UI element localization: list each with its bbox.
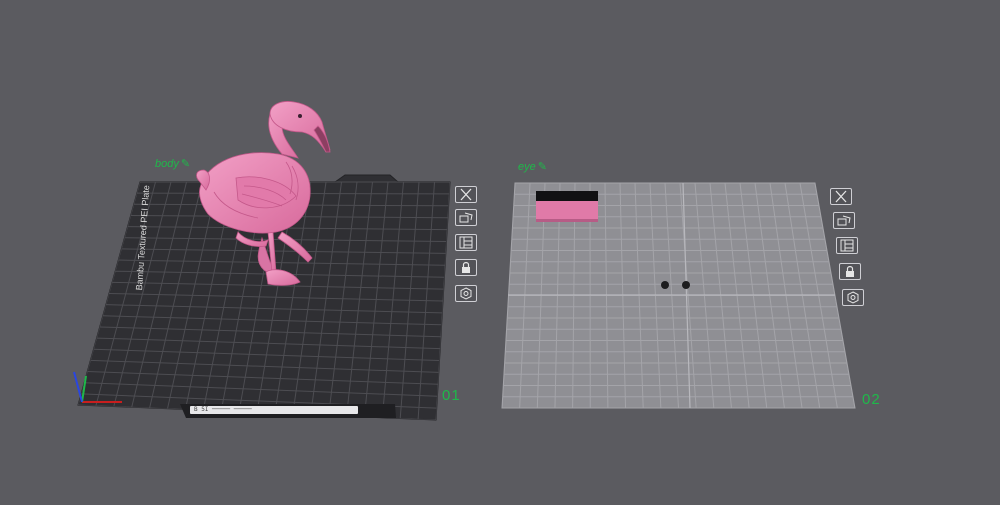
plate-1-arrange-button[interactable] [455, 209, 477, 226]
left-eye-object[interactable] [661, 281, 669, 289]
plate-2-lock-button[interactable] [839, 263, 861, 280]
plate-2-name[interactable]: eye ✎ [518, 160, 547, 173]
color-swatch-block [536, 191, 598, 222]
settings-icon [847, 291, 859, 304]
plate-2-arrange-button[interactable] [833, 212, 855, 229]
edit-icon[interactable]: ✎ [538, 161, 547, 173]
settings-icon [460, 287, 472, 300]
3d-viewport[interactable]: Bambu Textured PEI Plate B 5I ───── ────… [0, 0, 1000, 505]
plate-2-close-button[interactable] [830, 188, 852, 205]
plate-1-index: 01 [442, 387, 461, 404]
edit-icon[interactable]: ✎ [181, 158, 190, 170]
arrange-icon [459, 212, 473, 223]
plate-1-lock-button[interactable] [455, 259, 477, 276]
plate-2-layout-button[interactable] [836, 237, 858, 254]
plate-1-name[interactable]: body ✎ [155, 157, 190, 170]
right-eye-object[interactable] [682, 281, 690, 289]
plate-1-status-text: B 5I ───── ───── [194, 406, 252, 413]
layout-icon [459, 236, 473, 249]
lock-icon [846, 266, 854, 277]
plate-1-name-text: body [155, 158, 179, 170]
lock-icon [462, 262, 470, 273]
plate-1-close-button[interactable] [455, 186, 477, 203]
arrange-icon [837, 215, 851, 226]
close-icon [460, 188, 472, 201]
plate-2-name-text: eye [518, 161, 536, 173]
plate-1-settings-button[interactable] [455, 285, 477, 302]
plate-2-index: 02 [862, 391, 881, 408]
plate-1-layout-button[interactable] [455, 234, 477, 251]
plate-2-settings-button[interactable] [842, 289, 864, 306]
close-icon [835, 190, 847, 203]
layout-icon [840, 239, 854, 252]
